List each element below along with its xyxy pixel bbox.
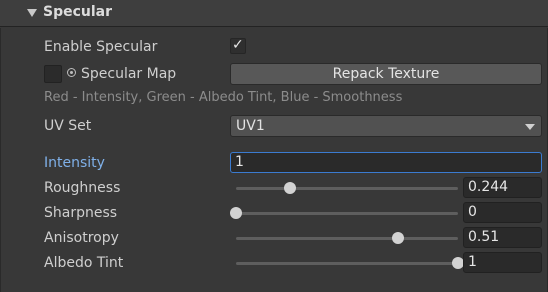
anisotropy-slider-track[interactable]: [236, 237, 458, 240]
enable-specular-label: Enable Specular: [44, 39, 158, 55]
anisotropy-label: Anisotropy: [44, 230, 119, 246]
channel-hint-text: Red - Intensity, Green - Albedo Tint, Bl…: [44, 90, 403, 105]
sharpness-label: Sharpness: [44, 205, 118, 221]
intensity-field[interactable]: 1: [230, 152, 542, 173]
roughness-field[interactable]: 0.244: [463, 177, 542, 198]
sharpness-slider-thumb[interactable]: [230, 207, 242, 219]
uv-set-dropdown[interactable]: UV1: [230, 115, 542, 137]
specular-map-texture-slot[interactable]: [44, 65, 62, 83]
object-picker-icon[interactable]: [67, 68, 76, 77]
albedo-tint-label: Albedo Tint: [44, 255, 124, 271]
enable-specular-checkbox[interactable]: ✓: [230, 37, 246, 54]
uv-set-label: UV Set: [44, 118, 92, 134]
foldout-triangle-down-icon[interactable]: [27, 9, 37, 17]
albedo-tint-slider-track[interactable]: [236, 262, 458, 265]
sharpness-field[interactable]: 0: [463, 202, 542, 223]
roughness-slider-track[interactable]: [236, 187, 458, 190]
checkmark-icon: ✓: [232, 37, 244, 53]
anisotropy-slider-thumb[interactable]: [392, 232, 405, 244]
sharpness-slider-track[interactable]: [236, 212, 458, 215]
anisotropy-field[interactable]: 0.51: [463, 227, 542, 248]
uv-set-selected-value: UV1: [236, 118, 265, 134]
albedo-tint-field[interactable]: 1: [463, 252, 542, 273]
section-title: Specular: [43, 4, 113, 20]
intensity-label: Intensity: [44, 155, 105, 171]
repack-texture-button[interactable]: Repack Texture: [230, 63, 542, 85]
specular-map-label: Specular Map: [81, 66, 177, 82]
roughness-label: Roughness: [44, 180, 121, 196]
caret-down-icon: [525, 124, 535, 130]
section-header-specular[interactable]: Specular: [0, 0, 548, 27]
